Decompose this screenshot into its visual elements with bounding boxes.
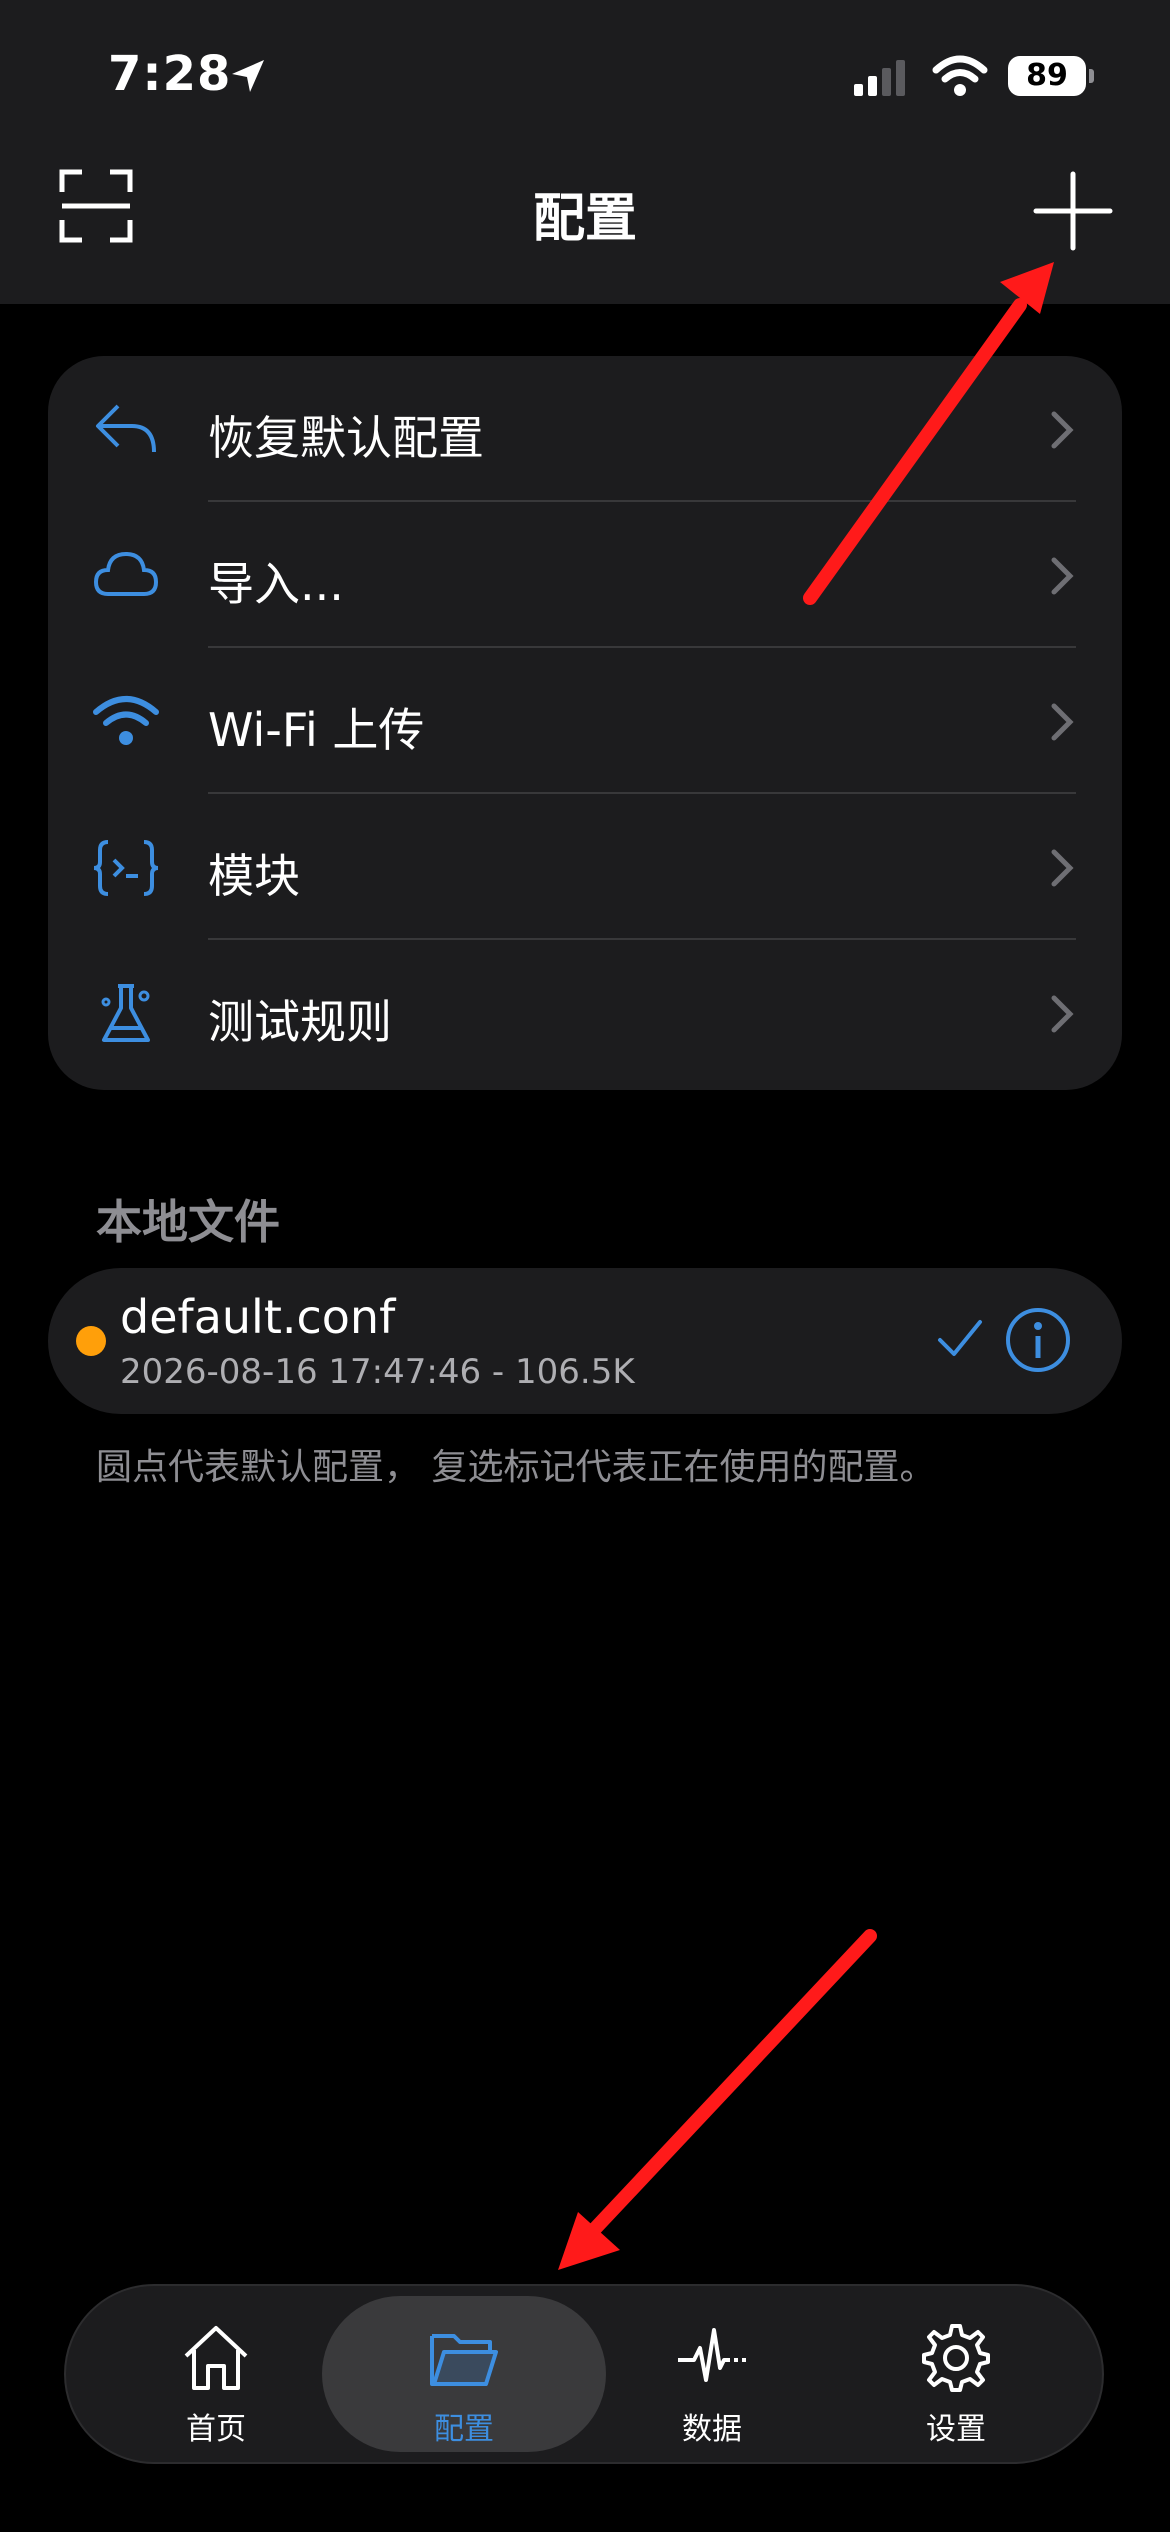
tab-label: 数据 (682, 2412, 742, 2447)
tab-label: 首页 (186, 2412, 246, 2447)
tab-label: 配置 (434, 2412, 494, 2447)
tab-label: 设置 (926, 2412, 986, 2447)
annotation-arrow-bottom (558, 1929, 877, 2270)
tab-home[interactable]: 首页 (96, 2286, 336, 2466)
home-icon (184, 2326, 248, 2390)
gear-icon (922, 2324, 990, 2392)
tab-data[interactable]: 数据 (592, 2286, 832, 2466)
folder-icon (430, 2334, 498, 2386)
activity-icon (678, 2328, 746, 2382)
tab-settings[interactable]: 设置 (836, 2286, 1076, 2466)
tab-config[interactable]: 配置 (344, 2286, 584, 2466)
tab-bar: 首页 配置 数据 设置 (64, 2284, 1104, 2464)
